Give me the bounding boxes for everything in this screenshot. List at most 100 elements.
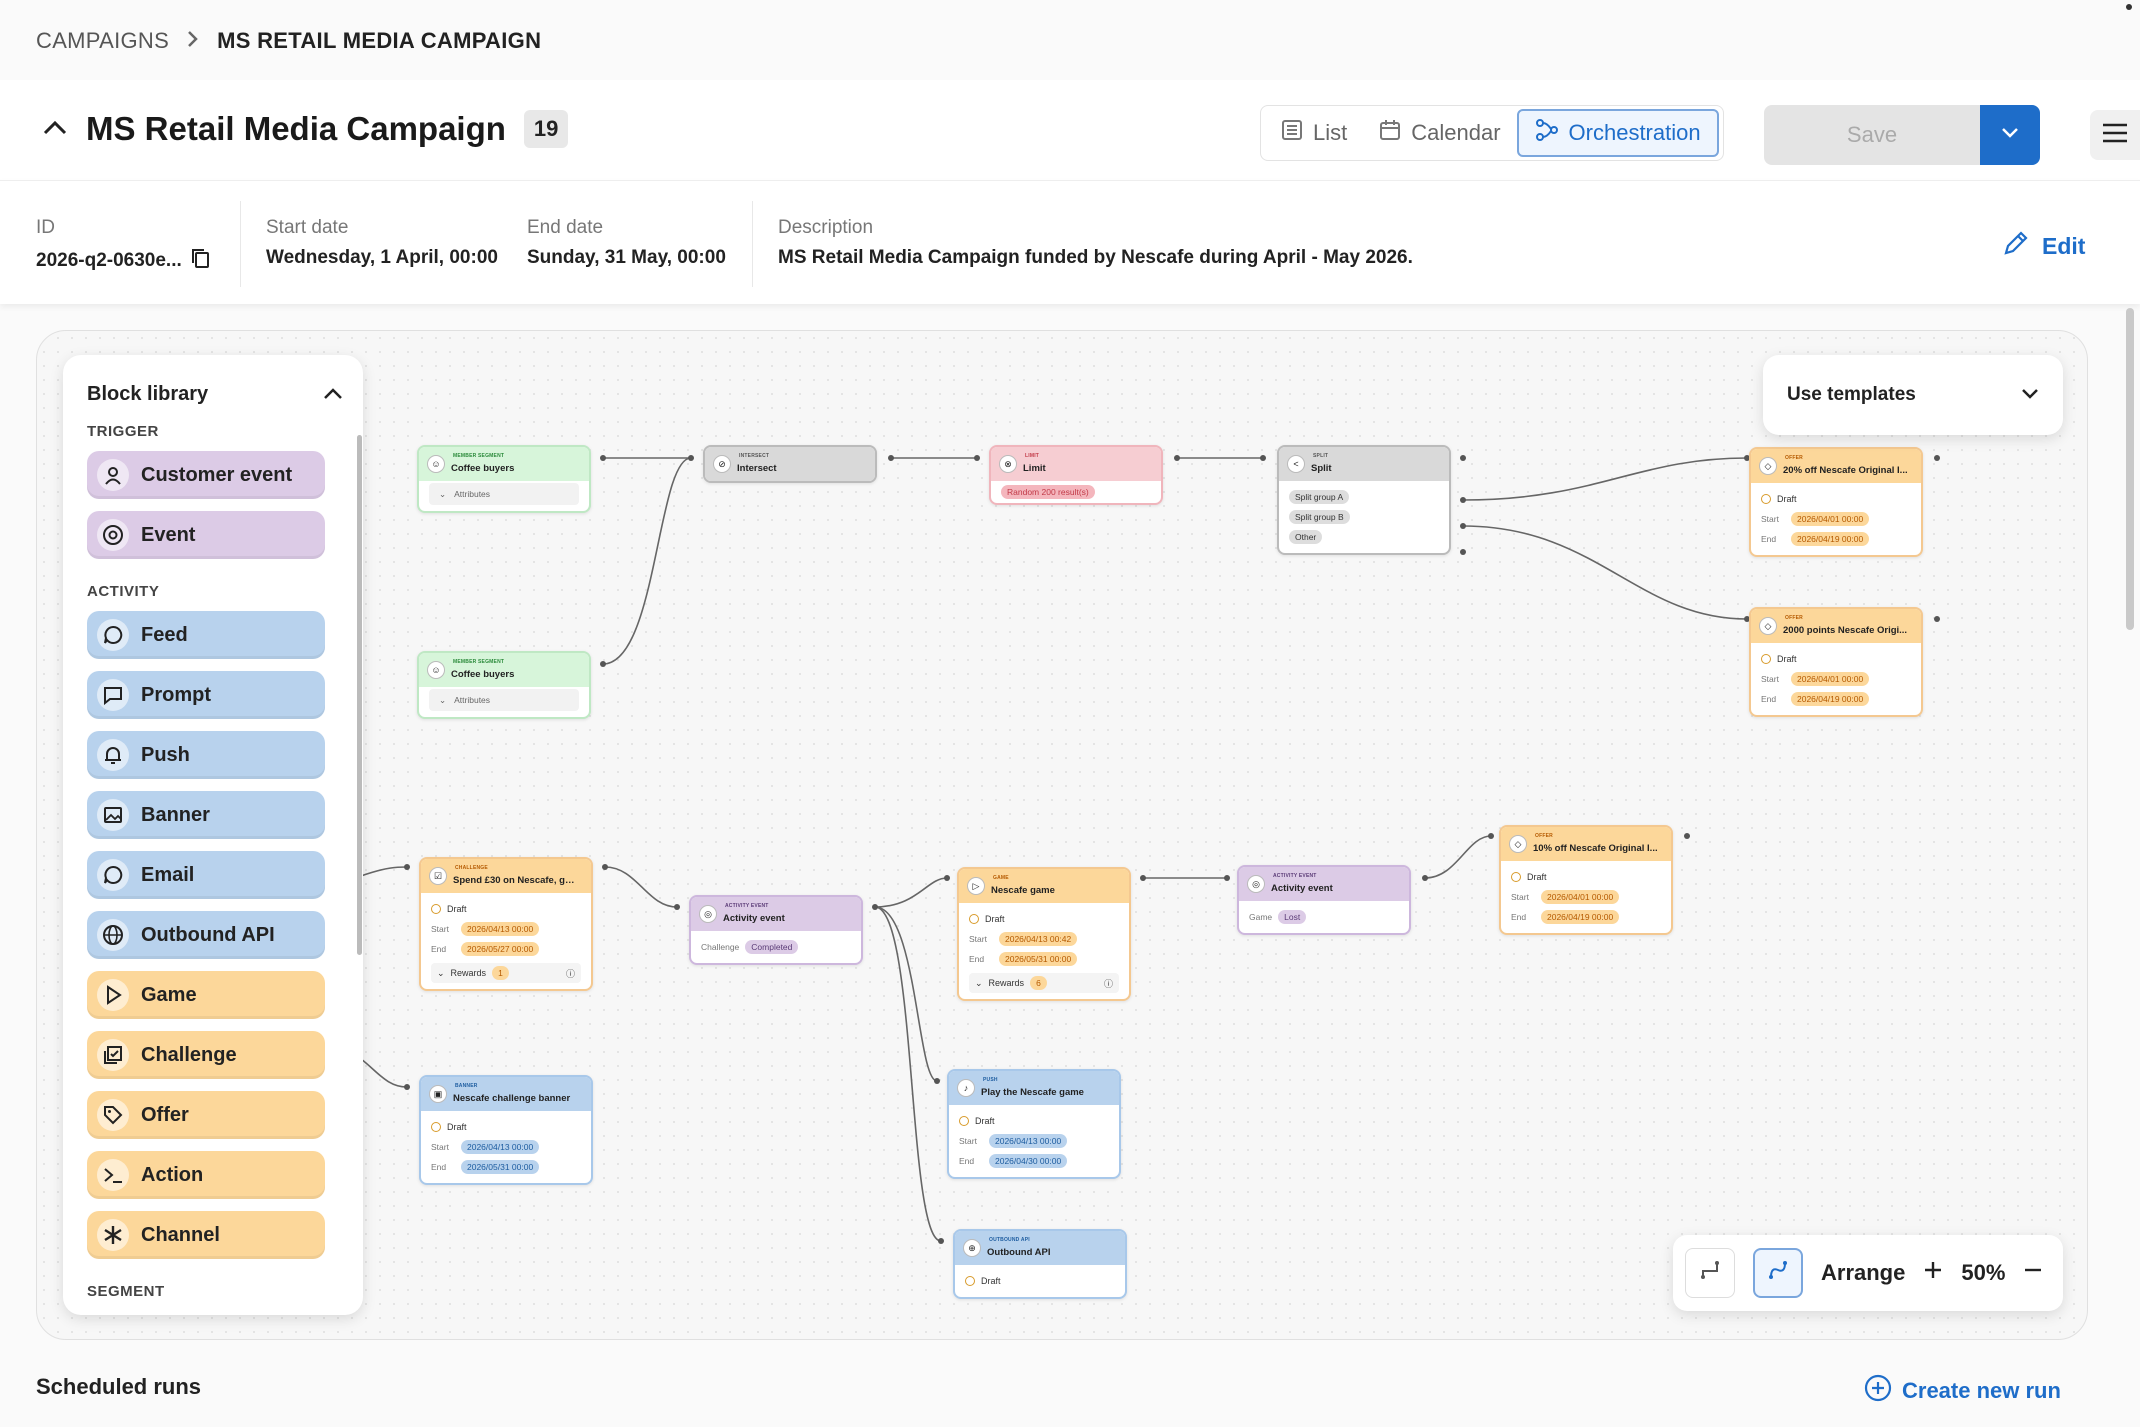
tab-orchestration[interactable]: Orchestration (1516, 109, 1719, 157)
section-segment: SEGMENT (87, 1283, 165, 1300)
start-date-label: Start date (266, 217, 349, 238)
corner-indicator (2126, 4, 2132, 10)
node-name: Coffee buyers (451, 668, 515, 680)
block-email[interactable]: Email (87, 851, 325, 899)
chevron-down-icon (2001, 126, 2019, 144)
block-outbound-api[interactable]: Outbound API (87, 911, 325, 959)
library-scrollbar[interactable] (357, 435, 362, 955)
intersect-icon: ⊘ (713, 455, 731, 473)
block-label: Outbound API (141, 923, 275, 946)
description-value: MS Retail Media Campaign funded by Nesca… (778, 247, 1413, 268)
end-date-label: End date (527, 217, 604, 238)
block-challenge[interactable]: Challenge (87, 1031, 325, 1079)
page-scrollbar[interactable] (2126, 308, 2134, 630)
person-icon: ☺ (427, 661, 445, 679)
block-channel[interactable]: Channel (87, 1211, 325, 1259)
rewards-toggle[interactable]: ⌄ Rewards 6 ⓘ (969, 973, 1119, 993)
node-challenge[interactable]: ☑ CHALLENGE Spend £30 on Nescafe, ge... Dr… (419, 857, 593, 991)
breadcrumb-campaigns[interactable]: CAMPAIGNS (36, 28, 169, 54)
node-name: 10% off Nescafe Original I... (1533, 842, 1658, 854)
node-outbound-api[interactable]: ⊕ OUTBOUND API Outbound API Draft (953, 1229, 1127, 1299)
end-label: End (431, 944, 447, 954)
chevron-down-icon: ⌄ (439, 488, 447, 499)
start-label: Start (1511, 892, 1529, 902)
attributes-toggle[interactable]: ⌄ Attributes (429, 689, 579, 711)
attributes-toggle[interactable]: ⌄ Attributes (429, 483, 579, 505)
block-banner[interactable]: Banner (87, 791, 325, 839)
curved-lines-button[interactable] (1753, 1248, 1803, 1298)
menu-button[interactable] (2090, 110, 2140, 160)
canvas-toolbar: Arrange 50% (1673, 1235, 2063, 1311)
block-prompt[interactable]: Prompt (87, 671, 325, 719)
tab-orchestration-label: Orchestration (1568, 120, 1701, 145)
arrange-button[interactable]: Arrange (1821, 1260, 1905, 1286)
node-offer[interactable]: ◇ OFFER 20% off Nescafe Original I... Draf… (1749, 447, 1923, 557)
node-type: GAME (993, 875, 1009, 881)
block-label: Game (141, 983, 197, 1006)
node-game[interactable]: ▷ GAME Nescafe game Draft Start 2026/04/13 … (957, 867, 1131, 1001)
block-feed[interactable]: Feed (87, 611, 325, 659)
info-icon[interactable]: ⓘ (566, 967, 575, 980)
condition-value[interactable]: Lost (1278, 910, 1307, 924)
straight-lines-button[interactable] (1685, 1248, 1735, 1298)
node-type: MEMBER SEGMENT (453, 659, 505, 665)
create-new-run-button[interactable]: Create new run (1864, 1374, 2061, 1408)
node-type: INTERSECT (739, 453, 770, 459)
challenge-icon: ☑ (429, 867, 447, 885)
end-date-value: Sunday, 31 May, 00:00 (527, 247, 726, 268)
status-icon (959, 1116, 969, 1126)
node-name: Activity event (723, 912, 785, 924)
tab-list[interactable]: List (1265, 109, 1363, 157)
end-pill: 2026/04/19 00:00 (1791, 532, 1870, 546)
status-text: Draft (981, 1276, 1001, 1286)
info-icon[interactable]: ⓘ (1104, 977, 1113, 990)
chevron-up-icon[interactable] (42, 118, 68, 141)
tab-list-label: List (1313, 120, 1348, 145)
chevron-down-icon: ⌄ (975, 977, 983, 988)
orchestration-canvas[interactable]: ☺ MEMBER SEGMENT Coffee buyers ⌄ Attributes… (36, 330, 2088, 1340)
block-action[interactable]: Action (87, 1151, 325, 1199)
rewards-toggle[interactable]: ⌄ Rewards 1 ⓘ (431, 963, 581, 983)
node-intersect[interactable]: ⊘ INTERSECT Intersect (703, 445, 877, 483)
status-text: Draft (447, 1122, 467, 1132)
node-offer[interactable]: ◇ OFFER 10% off Nescafe Original I... Draf… (1499, 825, 1673, 935)
block-game[interactable]: Game (87, 971, 325, 1019)
node-limit[interactable]: ⊗ LIMIT Limit Random 200 result(s) (989, 445, 1163, 505)
block-offer[interactable]: Offer (87, 1091, 325, 1139)
node-name: Intersect (737, 462, 777, 474)
node-split[interactable]: < SPLIT Split Split group A Split group B … (1277, 445, 1451, 555)
end-pill: 2026/04/19 00:00 (1541, 910, 1620, 924)
node-push[interactable]: ♪ PUSH Play the Nescafe game Draft Start 20… (947, 1069, 1121, 1179)
image-icon: ▣ (429, 1085, 447, 1103)
zoom-in-icon[interactable] (1923, 1260, 1943, 1286)
status-icon (965, 1276, 975, 1286)
node-member-segment[interactable]: ☺ MEMBER SEGMENT Coffee buyers ⌄ Attributes (417, 445, 591, 513)
node-offer[interactable]: ◇ OFFER 2000 points Nescafe Origi... Draft… (1749, 607, 1923, 717)
block-push[interactable]: Push (87, 731, 325, 779)
rewards-count: 1 (492, 966, 509, 980)
status-icon (431, 904, 441, 914)
scheduled-runs-heading: Scheduled runs (36, 1374, 202, 1399)
calendar-icon (1379, 119, 1401, 147)
person-icon: ☺ (427, 455, 445, 473)
node-name: Nescafe game (991, 884, 1055, 896)
save-button[interactable]: Save (1764, 105, 1980, 165)
node-activity-event[interactable]: ◎ ACTIVITY EVENT Activity event Challenge C… (689, 895, 863, 965)
tag-icon: ◇ (1759, 457, 1777, 475)
node-banner[interactable]: ▣ BANNER Nescafe challenge banner Draft St… (419, 1075, 593, 1185)
use-templates-dropdown[interactable]: Use templates (1763, 355, 2063, 435)
start-pill: 2026/04/01 00:00 (1541, 890, 1620, 904)
save-options-button[interactable] (1980, 105, 2040, 165)
chevron-up-icon[interactable] (323, 383, 343, 406)
edit-button[interactable]: Edit (2002, 229, 2085, 263)
globe-icon: ⊕ (963, 1239, 981, 1257)
split-group: Split group B (1289, 510, 1350, 524)
copy-icon[interactable] (190, 247, 210, 275)
zoom-out-icon[interactable] (2023, 1260, 2043, 1286)
block-event[interactable]: Event (87, 511, 325, 559)
node-member-segment[interactable]: ☺ MEMBER SEGMENT Coffee buyers ⌄ Attributes (417, 651, 591, 719)
start-label: Start (431, 924, 449, 934)
block-customer-event[interactable]: Customer event (87, 451, 325, 499)
node-activity-event[interactable]: ◎ ACTIVITY EVENT Activity event Game Lost (1237, 865, 1411, 935)
tab-calendar[interactable]: Calendar (1363, 109, 1516, 157)
